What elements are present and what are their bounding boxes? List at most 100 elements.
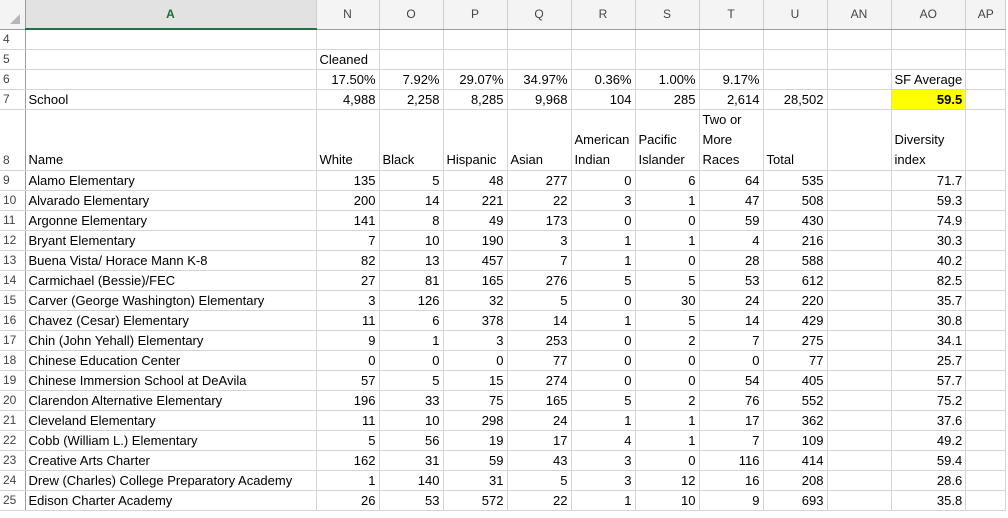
cell-ap[interactable] [965,450,1007,471]
row-header[interactable]: 8 [0,109,26,171]
cell-u[interactable] [763,69,828,90]
cell-t[interactable]: 4 [699,230,764,251]
cell-u[interactable]: Total [763,109,828,171]
cell-o[interactable]: 10 [379,410,444,431]
cell-q[interactable]: 253 [507,330,572,351]
cell-n[interactable]: White [316,109,380,171]
cell-u[interactable]: 216 [763,230,828,251]
cell-an[interactable] [827,109,892,171]
row-header[interactable]: 6 [0,69,26,90]
cell-a[interactable]: Chavez (Cesar) Elementary [25,310,317,331]
cell-q[interactable]: 9,968 [507,89,572,110]
cell-r[interactable]: 104 [571,89,636,110]
cell-r[interactable]: 0 [571,170,636,191]
cell-r[interactable]: 0.36% [571,69,636,90]
cell-t[interactable] [699,29,764,50]
cell-n[interactable]: 196 [316,390,380,411]
cell-ao[interactable]: 25.7 [891,350,967,371]
column-header-s[interactable]: S [635,0,700,30]
cell-r[interactable]: 0 [571,330,636,351]
sf-average-value-cell[interactable]: 59.5 [891,89,967,110]
cell-u[interactable]: 535 [763,170,828,191]
cell-n[interactable]: 0 [316,350,380,371]
cell-ao[interactable]: 59.3 [891,190,967,211]
cell-o[interactable]: 140 [379,470,444,491]
column-header-p[interactable]: P [443,0,508,30]
cell-s[interactable]: 0 [635,210,700,231]
cell-ao[interactable]: 37.6 [891,410,967,431]
cell-p[interactable]: 457 [443,250,508,271]
cell-n[interactable]: 162 [316,450,380,471]
column-header-an[interactable]: AN [827,0,892,30]
cell-q[interactable]: 7 [507,250,572,271]
column-header-r[interactable]: R [571,0,636,30]
cell-an[interactable] [827,29,892,50]
cell-ao[interactable]: 71.7 [891,170,967,191]
cell-r[interactable]: 1 [571,490,636,511]
cell-r[interactable]: American Indian [571,109,636,171]
cell-t[interactable]: 47 [699,190,764,211]
cell-ao[interactable]: Diversity index [891,109,967,171]
cell-r[interactable]: 1 [571,410,636,431]
cell-n[interactable]: 17.50% [316,69,380,90]
cell-a[interactable]: Buena Vista/ Horace Mann K-8 [25,250,317,271]
cell-ap[interactable] [965,49,1007,70]
cell-ap[interactable] [965,470,1007,491]
cell-p[interactable]: 298 [443,410,508,431]
column-header-ap[interactable]: AP [965,0,1007,30]
cell-p[interactable]: 19 [443,430,508,451]
cell-an[interactable] [827,370,892,391]
cell-n[interactable]: 141 [316,210,380,231]
cell-n[interactable]: 26 [316,490,380,511]
cell-s[interactable]: 1 [635,410,700,431]
cell-n[interactable]: 4,988 [316,89,380,110]
cell-u[interactable]: 28,502 [763,89,828,110]
cell-an[interactable] [827,270,892,291]
cell-ao[interactable] [891,49,967,70]
column-header-n[interactable]: N [316,0,380,30]
row-header[interactable]: 11 [0,210,26,231]
cell-r[interactable]: 0 [571,210,636,231]
cell-t[interactable]: 116 [699,450,764,471]
cell-a[interactable]: Argonne Elementary [25,210,317,231]
cell-a[interactable]: Carver (George Washington) Elementary [25,290,317,311]
cell-n[interactable]: 82 [316,250,380,271]
cell-t[interactable] [699,49,764,70]
cell-o[interactable]: 5 [379,170,444,191]
cell-ao[interactable]: 82.5 [891,270,967,291]
cell-q[interactable]: 14 [507,310,572,331]
row-header[interactable]: 20 [0,390,26,411]
column-header-a[interactable]: A [25,0,317,30]
cell-t[interactable]: 53 [699,270,764,291]
cell-u[interactable]: 109 [763,430,828,451]
row-header[interactable]: 10 [0,190,26,211]
cell-s[interactable]: 0 [635,450,700,471]
cell-p[interactable]: 31 [443,470,508,491]
cell-r[interactable]: 0 [571,370,636,391]
cell-an[interactable] [827,390,892,411]
cell-an[interactable] [827,430,892,451]
cell-o[interactable]: 14 [379,190,444,211]
cell-n[interactable]: 11 [316,310,380,331]
cell-r[interactable] [571,49,636,70]
cell-t[interactable]: Two or More Races [699,109,764,171]
cell-ap[interactable] [965,350,1007,371]
cell-n[interactable]: Cleaned [316,49,380,70]
row-header[interactable]: 16 [0,310,26,331]
cell-p[interactable]: 221 [443,190,508,211]
column-header-q[interactable]: Q [507,0,572,30]
cell-q[interactable]: 77 [507,350,572,371]
cell-o[interactable]: 31 [379,450,444,471]
cell-p[interactable]: 190 [443,230,508,251]
cell-n[interactable]: 7 [316,230,380,251]
cell-ao[interactable]: 35.7 [891,290,967,311]
cell-o[interactable]: 2,258 [379,89,444,110]
cell-o[interactable] [379,49,444,70]
cell-a[interactable]: Chinese Education Center [25,350,317,371]
row-header[interactable]: 12 [0,230,26,251]
cell-p[interactable]: 48 [443,170,508,191]
cell-r[interactable]: 5 [571,390,636,411]
cell-u[interactable]: 612 [763,270,828,291]
cell-ao[interactable]: 30.8 [891,310,967,331]
cell-p[interactable]: 165 [443,270,508,291]
